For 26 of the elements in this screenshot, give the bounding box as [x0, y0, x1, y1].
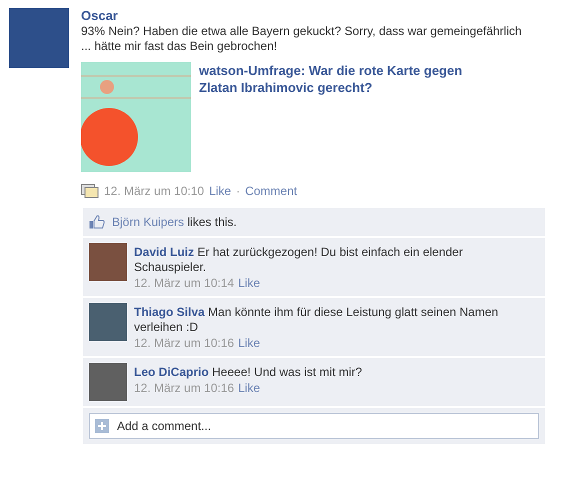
avatar-photo: [9, 8, 69, 68]
action-link[interactable]: Comment: [245, 184, 298, 198]
like-link[interactable]: Like: [238, 381, 260, 396]
separator-dot: ·: [236, 184, 240, 198]
action-link[interactable]: Like: [209, 184, 232, 198]
thumbs-up-icon: [89, 215, 105, 229]
avatar-photo: [89, 243, 127, 281]
poll-image-drawing[interactable]: [81, 62, 191, 172]
photo-icon: [81, 184, 99, 198]
comment-text: Thiago Silva Man könnte ihm für diese Leistung glatt seinen Namen verleihen :D: [134, 305, 500, 335]
post-text: 93% Nein? Haben die etwa alle Bayern gekuckt? Sorry, dass war gemeingefährlich ... hätte mir fast das Bein gebrochen!: [81, 24, 523, 54]
comment-time: 12. März um 10:16: [134, 336, 234, 351]
likes-text: Björn Kuipers likes this.: [112, 215, 237, 229]
comment-text: Leo DiCaprio Heeee! Und was ist mit mir?: [134, 365, 362, 380]
post-time: 12. März um 10:10: [104, 184, 204, 198]
attachment-link[interactable]: watson-Umfrage: War die rote Karte gegen Zlatan Ibrahimovic gerecht?: [199, 62, 499, 172]
comment-text: David Luiz Er hat zurückgezogen! Du bist einfach ein elender Schauspieler.: [134, 245, 464, 275]
like-link[interactable]: Like: [238, 276, 260, 291]
avatar-photo: [89, 363, 127, 401]
comment-time: 12. März um 10:16: [134, 381, 234, 396]
comment-time: 12. März um 10:14: [134, 276, 234, 291]
comment-field[interactable]: Add a comment...: [89, 413, 539, 439]
avatar-photo: [89, 303, 127, 341]
author-name[interactable]: Oscar: [81, 8, 545, 23]
plus-icon: [95, 419, 109, 433]
like-link[interactable]: Like: [238, 336, 260, 351]
